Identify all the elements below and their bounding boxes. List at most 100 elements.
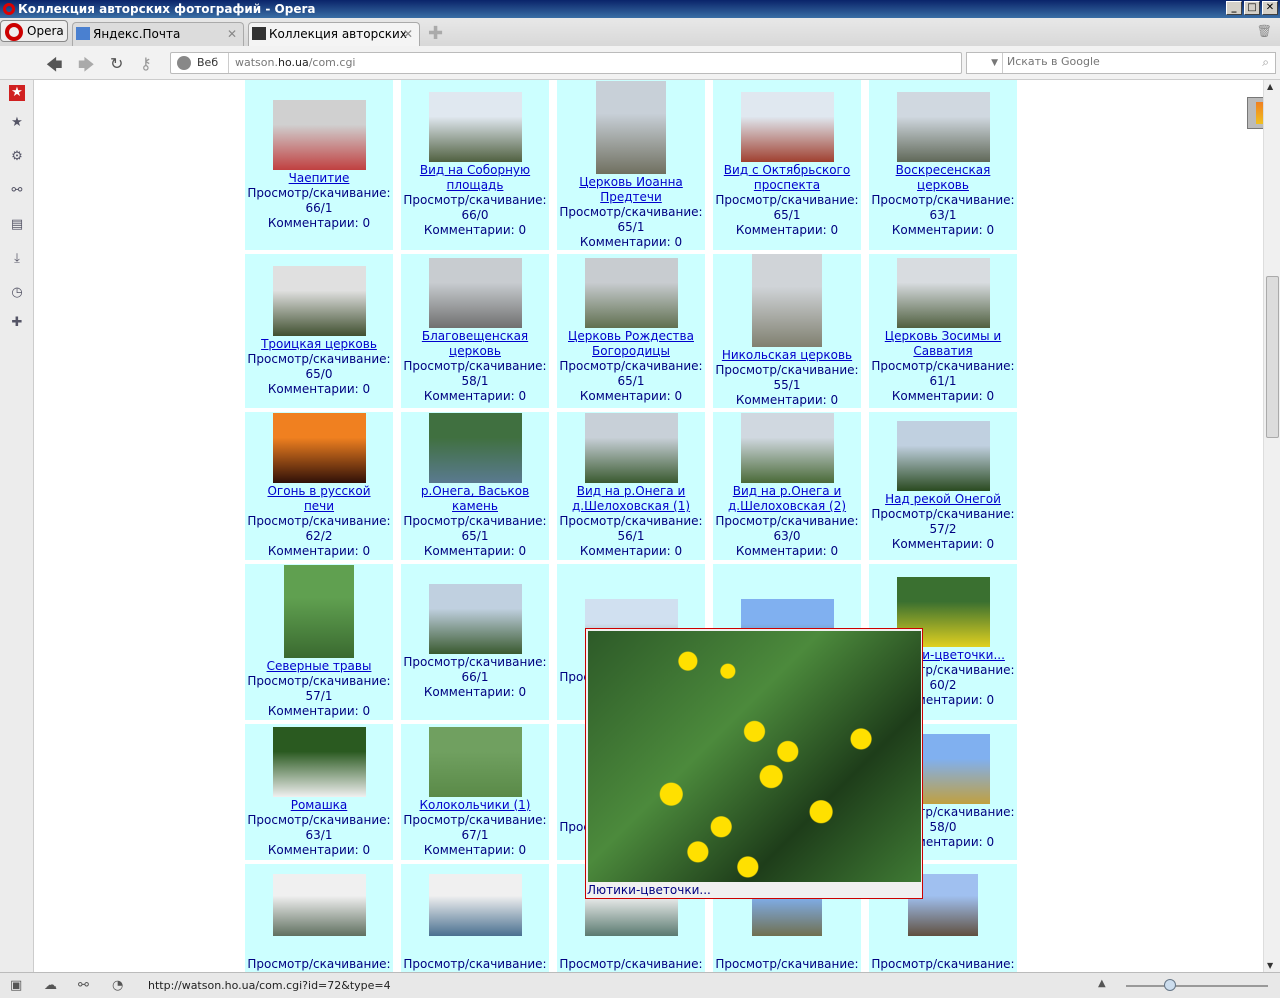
address-prefix[interactable]: Веб (171, 53, 229, 73)
search-box[interactable]: ▼ ⌕ (966, 52, 1276, 74)
views-downloads-count: 60/2 (929, 677, 957, 692)
photo-cell: р.Онега, Васьков камень Просмотр/скачиван… (401, 412, 549, 560)
photo-thumbnail[interactable] (428, 874, 522, 936)
reload-button[interactable]: ↻ (110, 54, 123, 73)
speed-icon[interactable]: ◔ (112, 978, 123, 993)
unite-status-icon[interactable]: ⚯ (78, 978, 89, 993)
opera-menu-label: Opera (27, 24, 64, 38)
bookmarks-icon[interactable]: ★ (9, 115, 25, 131)
zoom-slider[interactable] (1126, 979, 1268, 991)
gear-icon[interactable]: ⚙ (9, 149, 25, 165)
photo-cell: Благовещенская церковь Просмотр/скачивани… (401, 254, 549, 408)
photo-title-link[interactable]: р.Онега, Васьков камень (401, 484, 549, 514)
photo-thumbnail[interactable] (428, 584, 522, 654)
speed-dial-icon[interactable]: ★ (9, 85, 25, 101)
address-bar[interactable]: Веб watson.ho.ua/com.cgi (170, 52, 962, 74)
views-downloads-count: 58/1 (461, 374, 489, 388)
search-icon[interactable]: ⌕ (1262, 55, 1269, 70)
trash-icon[interactable]: 🗑 (1257, 24, 1272, 38)
add-panel-icon[interactable]: ✚ (9, 315, 25, 331)
photo-thumbnail[interactable] (740, 92, 834, 162)
views-downloads-count: 67/1 (461, 827, 489, 842)
scrollbar-thumb[interactable] (1266, 276, 1279, 438)
photo-title-link[interactable]: Над рекой Онегой (879, 492, 1007, 507)
photo-thumbnail[interactable] (272, 874, 366, 936)
photo-cell: Вид с Октябрьского проспекта Просмотр/ска… (713, 80, 861, 250)
photo-cell: Чаепитие Просмотр/скачивание: 66/1 Коммента… (245, 80, 393, 250)
photo-thumbnail[interactable] (584, 413, 678, 483)
close-tab-icon[interactable]: ✕ (403, 23, 413, 45)
maximize-button[interactable]: □ (1244, 1, 1260, 15)
site-favicon-icon (252, 27, 266, 40)
history-icon[interactable]: ◷ (9, 285, 25, 301)
view-icon[interactable]: ▲ (1098, 978, 1106, 989)
close-window-button[interactable]: ✕ (1262, 1, 1278, 15)
photo-title-link[interactable]: Церковь Зосимы и Савватия (869, 329, 1017, 359)
tab-photo-collection[interactable]: Коллекция авторских ...✕ (248, 22, 420, 63)
photo-title-link[interactable]: Вид на Соборную площадь (401, 163, 549, 193)
navigation-bar: 🡄 🡆 ↻ ⚷ Веб watson.ho.ua/com.cgi ▼ ⌕ (0, 46, 1280, 80)
opera-icon (5, 23, 23, 41)
search-engine-dropdown[interactable]: ▼ (967, 53, 1003, 73)
photo-title-link[interactable]: Вид с Октябрьского проспекта (713, 163, 861, 193)
comments-count: Комментарии: 0 (891, 223, 995, 237)
photo-thumbnail[interactable] (596, 80, 666, 174)
photo-cell: Церковь Рождества Богородицы Просмотр/ска… (557, 254, 705, 408)
forward-button[interactable]: 🡆 (78, 54, 95, 81)
photo-cell: Просмотр/скачивание: (401, 864, 549, 972)
photo-title-link[interactable]: Воскресенская церковь (869, 163, 1017, 193)
views-downloads-count: 58/0 (929, 820, 957, 834)
url-text[interactable]: watson.ho.ua/com.cgi (235, 53, 356, 73)
minimize-button[interactable]: _ (1226, 1, 1242, 15)
views-label: Просмотр/скачивание: (247, 351, 391, 366)
key-icon[interactable]: ⚷ (140, 54, 152, 73)
vertical-scrollbar[interactable]: ▲ ▼ (1263, 80, 1280, 972)
photo-thumbnail[interactable] (752, 254, 822, 347)
photo-title-link[interactable]: Колокольчики (1) (414, 798, 537, 813)
photo-thumbnail[interactable] (428, 92, 522, 162)
photo-thumbnail[interactable] (740, 413, 834, 483)
downloads-icon[interactable]: ⤓ (9, 251, 25, 267)
photo-thumbnail[interactable] (272, 265, 366, 336)
tab-yandex-mail[interactable]: Яндекс.Почта ✕ (72, 22, 244, 46)
photo-title-link[interactable]: Благовещенская церковь (401, 329, 549, 359)
photo-thumbnail[interactable] (272, 413, 366, 483)
photo-title-link[interactable]: Никольская церковь (716, 348, 858, 363)
photo-title-link[interactable]: Северные травы (261, 659, 378, 674)
views-label: Просмотр/скачивание: (715, 193, 859, 207)
panel-toggle-icon[interactable]: ▣ (10, 978, 22, 993)
photo-title-link[interactable]: Церковь Иоанна Предтечи (557, 175, 705, 205)
photo-cell: Никольская церковь Просмотр/скачивание: 55… (713, 254, 861, 408)
photo-thumbnail[interactable] (284, 565, 354, 658)
photo-thumbnail[interactable] (428, 413, 522, 483)
back-button[interactable]: 🡄 (46, 54, 63, 81)
photo-title-link[interactable]: Троицкая церковь (255, 337, 383, 352)
photo-cell: Ромашка Просмотр/скачивание: 63/1 Комментар… (245, 724, 393, 860)
photo-cell: Церковь Зосимы и Савватия Просмотр/скачив… (869, 254, 1017, 408)
opera-menu-button[interactable]: Opera (0, 20, 68, 42)
comments-count: Комментарии: 0 (423, 842, 527, 857)
close-tab-icon[interactable]: ✕ (227, 23, 237, 45)
photo-title-link[interactable]: Ромашка (285, 798, 354, 813)
notes-icon[interactable]: ▤ (9, 217, 25, 233)
new-tab-button[interactable]: ✚ (428, 25, 443, 43)
photo-title-link[interactable]: Вид на р.Онега и д.Шелоховская (1) (557, 484, 705, 514)
photo-title-link[interactable]: Церковь Рождества Богородицы (557, 329, 705, 359)
photo-thumbnail[interactable] (896, 92, 990, 162)
photo-thumbnail[interactable] (272, 99, 366, 170)
photo-title-link[interactable]: Вид на р.Онега и д.Шелоховская (2) (713, 484, 861, 514)
photo-title-link[interactable]: Чаепитие (283, 171, 356, 186)
search-input[interactable] (1007, 55, 1247, 68)
views-label: Просмотр/скачивание: (403, 655, 547, 669)
photo-thumbnail[interactable] (896, 420, 990, 491)
views-label: Просмотр/скачивание: (559, 204, 703, 219)
photo-thumbnail[interactable] (428, 726, 522, 797)
photo-thumbnail[interactable] (272, 726, 366, 797)
turbo-icon[interactable]: ☁ (44, 978, 57, 993)
photo-title-link[interactable]: Огонь в русской печи (245, 484, 393, 514)
photo-thumbnail[interactable] (584, 258, 678, 328)
unite-icon[interactable]: ⚯ (9, 183, 25, 199)
zoom-slider-handle[interactable] (1164, 979, 1176, 991)
photo-thumbnail[interactable] (428, 258, 522, 328)
photo-thumbnail[interactable] (896, 258, 990, 328)
